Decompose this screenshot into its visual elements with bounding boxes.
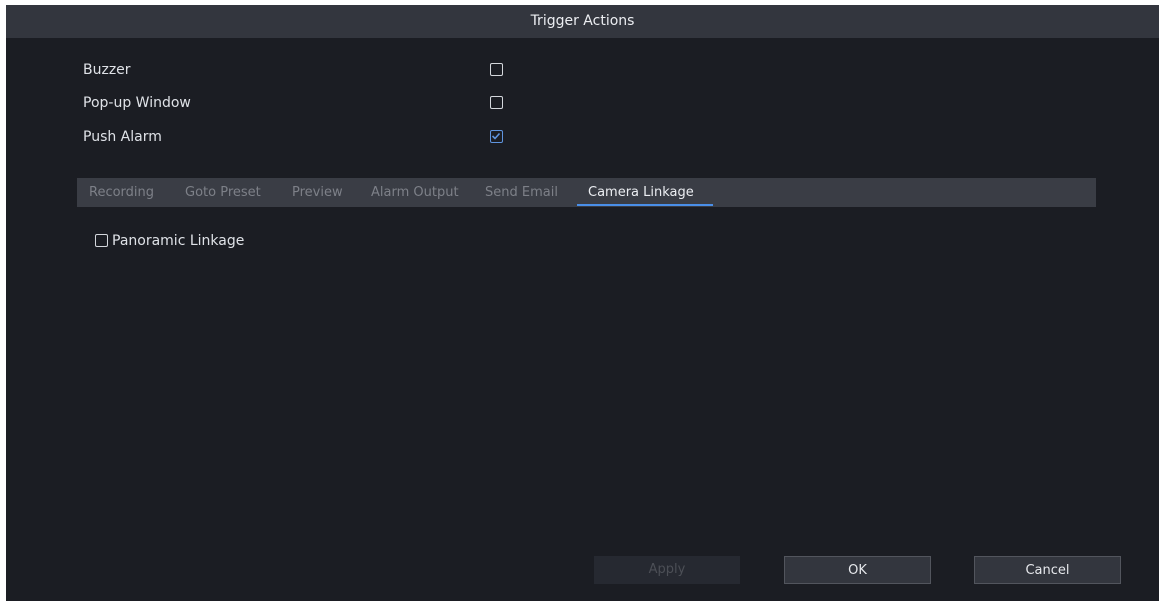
tab-recording[interactable]: Recording <box>89 178 154 207</box>
buzzer-label: Buzzer <box>83 62 131 78</box>
panoramic-linkage-option: Panoramic Linkage <box>93 230 293 252</box>
trigger-actions-dialog: Trigger Actions Buzzer Pop-up Window Pus… <box>6 5 1159 601</box>
popup-window-checkbox[interactable] <box>490 96 503 109</box>
tab-camera-linkage[interactable]: Camera Linkage <box>588 178 694 207</box>
option-popup-window: Pop-up Window <box>83 92 523 114</box>
cancel-button[interactable]: Cancel <box>974 556 1121 584</box>
action-tabs: Recording Goto Preset Preview Alarm Outp… <box>77 178 1096 207</box>
dialog-title: Trigger Actions <box>6 5 1159 38</box>
buzzer-checkbox[interactable] <box>490 63 503 76</box>
option-buzzer: Buzzer <box>83 59 523 81</box>
push-alarm-checkbox[interactable] <box>490 130 503 143</box>
ok-button[interactable]: OK <box>784 556 931 584</box>
tab-preview[interactable]: Preview <box>292 178 343 207</box>
tab-send-email[interactable]: Send Email <box>485 178 558 207</box>
tab-goto-preset[interactable]: Goto Preset <box>185 178 261 207</box>
active-tab-indicator <box>577 204 713 206</box>
apply-button[interactable]: Apply <box>594 556 740 584</box>
push-alarm-label: Push Alarm <box>83 129 162 145</box>
panoramic-linkage-label: Panoramic Linkage <box>112 233 245 249</box>
option-push-alarm: Push Alarm <box>83 126 523 148</box>
checkmark-icon <box>491 132 501 140</box>
tab-alarm-output[interactable]: Alarm Output <box>371 178 459 207</box>
panoramic-linkage-checkbox[interactable] <box>95 234 108 247</box>
popup-window-label: Pop-up Window <box>83 95 191 111</box>
